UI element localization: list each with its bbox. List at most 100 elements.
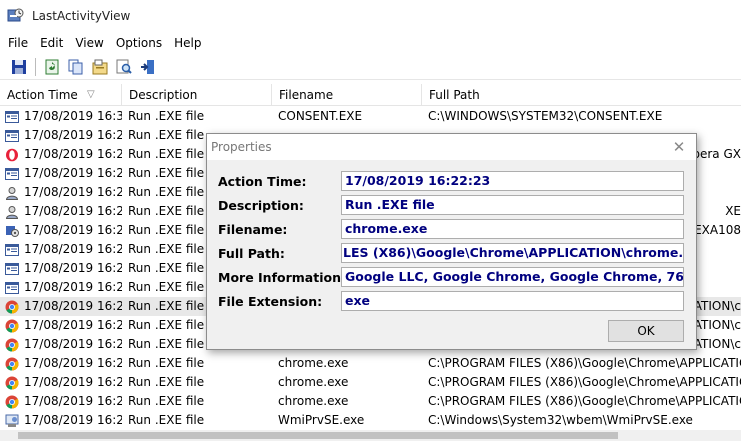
label-full-path: Full Path: [218, 246, 285, 261]
action-time-text: 17/08/2019 16:2... [24, 280, 122, 294]
save-icon[interactable] [8, 56, 30, 78]
cell-action-time: 17/08/2019 16:2... [0, 221, 122, 240]
menu-options[interactable]: Options [110, 33, 168, 53]
wmi-icon [4, 413, 20, 429]
cell-description: Run .EXE file [128, 375, 205, 389]
field-filename[interactable]: chrome.exe [341, 219, 684, 239]
menu-edit[interactable]: Edit [34, 33, 69, 53]
chrome-icon [4, 299, 20, 315]
label-description: Description: [218, 198, 304, 213]
user-icon [4, 185, 20, 201]
cell-action-time: 17/08/2019 16:2... [0, 297, 122, 316]
ok-button[interactable]: OK [608, 320, 684, 342]
opera-icon [4, 147, 20, 163]
column-header-full-path[interactable]: Full Path [422, 84, 741, 106]
dialog-title-bar: Properties ✕ [207, 134, 696, 160]
cell-action-time: 17/08/2019 16:2... [0, 411, 122, 430]
system-icon [4, 223, 20, 239]
action-time-text: 17/08/2019 16:2... [24, 299, 122, 313]
find-icon[interactable] [113, 56, 135, 78]
label-file-extension: File Extension: [218, 294, 323, 309]
cell-action-time: 17/08/2019 16:2... [0, 259, 122, 278]
cell-action-time: 17/08/2019 16:2... [0, 316, 122, 335]
properties-icon[interactable] [89, 56, 111, 78]
chrome-icon [4, 337, 20, 353]
column-header-action-time[interactable]: Action Time ▽ [0, 84, 122, 106]
dialog-title: Properties [211, 140, 272, 154]
cell-action-time: 17/08/2019 16:3... [0, 107, 122, 126]
cell-action-time: 17/08/2019 16:2... [0, 354, 122, 373]
action-time-text: 17/08/2019 16:2... [24, 261, 122, 275]
action-time-text: 17/08/2019 16:2... [24, 413, 122, 427]
table-row[interactable]: 17/08/2019 16:2... Run .EXE file WmiPrvSE.… [0, 411, 741, 430]
cell-description: Run .EXE file [128, 413, 205, 427]
cell-filename: CONSENT.EXE [278, 109, 363, 123]
cell-action-time: 17/08/2019 16:2... [0, 278, 122, 297]
cell-full-path: C:\Windows\System32\wbem\WmiPrvSE.exe [428, 413, 693, 427]
table-row[interactable]: 17/08/2019 16:3... Run .EXE file CONSENT.E… [0, 107, 741, 126]
chrome-icon [4, 394, 20, 410]
cell-action-time: 17/08/2019 16:2... [0, 202, 122, 221]
table-row[interactable]: 17/08/2019 16:2... Run .EXE file chrome.ex… [0, 354, 741, 373]
cell-filename: WmiPrvSE.exe [278, 413, 365, 427]
cell-action-time: 17/08/2019 16:2... [0, 183, 122, 202]
action-time-text: 17/08/2019 16:2... [24, 204, 122, 218]
action-time-text: 17/08/2019 16:2... [24, 375, 122, 389]
cell-action-time: 17/08/2019 16:2... [0, 126, 122, 145]
label-action-time: Action Time: [218, 174, 307, 189]
list-header: Action Time ▽ Description Filename Full … [0, 84, 741, 106]
properties-dialog: Properties ✕ Action Time: 17/08/2019 16:… [206, 133, 697, 350]
cell-full-path: C:\PROGRAM FILES (X86)\Google\Chrome\APP… [428, 375, 741, 389]
field-action-time[interactable]: 17/08/2019 16:22:23 [341, 171, 684, 191]
action-time-text: 17/08/2019 16:2... [24, 166, 122, 180]
menu-view[interactable]: View [69, 33, 109, 53]
sort-arrow-icon: ▽ [87, 89, 95, 100]
action-time-text: 17/08/2019 16:2... [24, 242, 122, 256]
cell-action-time: 17/08/2019 16:2... [0, 335, 122, 354]
cell-full-path: C:\PROGRAM FILES (X86)\Google\Chrome\APP… [428, 356, 741, 370]
chrome-icon [4, 375, 20, 391]
cell-description: Run .EXE file [128, 356, 205, 370]
window-app-icon [4, 109, 20, 125]
column-header-filename[interactable]: Filename [272, 84, 422, 106]
action-time-text: 17/08/2019 16:2... [24, 147, 122, 161]
label-filename: Filename: [218, 222, 288, 237]
action-time-text: 17/08/2019 16:2... [24, 185, 122, 199]
table-row[interactable]: 17/08/2019 16:2... Run .EXE file chrome.ex… [0, 373, 741, 392]
menu-file[interactable]: File [2, 33, 34, 53]
table-row[interactable]: 17/08/2019 16:2... Run .EXE file chrome.ex… [0, 392, 741, 411]
exit-icon[interactable] [137, 56, 159, 78]
lastactivityview-app-icon [7, 7, 25, 25]
cell-action-time: 17/08/2019 16:2... [0, 240, 122, 259]
toolbar-separator [35, 57, 36, 76]
cell-description: Run .EXE file [128, 109, 205, 123]
action-time-text: 17/08/2019 16:2... [24, 128, 122, 142]
cell-full-path: C:\PROGRAM FILES (X86)\Google\Chrome\APP… [428, 394, 741, 408]
copy-icon[interactable] [65, 56, 87, 78]
action-time-text: 17/08/2019 16:3... [24, 109, 122, 123]
cell-filename: chrome.exe [278, 375, 349, 389]
menu-help[interactable]: Help [168, 33, 207, 53]
window-app-icon [4, 261, 20, 277]
field-full-path[interactable]: LES (X86)\Google\Chrome\APPLICATION\chro… [341, 243, 684, 263]
cell-full-path: C:\WINDOWS\SYSTEM32\CONSENT.EXE [428, 109, 663, 123]
close-icon[interactable]: ✕ [670, 138, 688, 156]
field-description[interactable]: Run .EXE file [341, 195, 684, 215]
horizontal-scrollbar[interactable] [0, 430, 741, 441]
field-more-information[interactable]: Google LLC, Google Chrome, Google Chrome… [341, 267, 684, 287]
column-header-description[interactable]: Description [122, 84, 272, 106]
window-app-icon [4, 280, 20, 296]
cell-description: Run .EXE file [128, 394, 205, 408]
action-time-text: 17/08/2019 16:2... [24, 394, 122, 408]
field-file-extension[interactable]: exe [341, 291, 684, 311]
action-time-text: 17/08/2019 16:2... [24, 337, 122, 351]
user-icon [4, 204, 20, 220]
cell-action-time: 17/08/2019 16:2... [0, 164, 122, 183]
column-label: Action Time [7, 88, 78, 102]
toolbar [0, 54, 741, 80]
cell-action-time: 17/08/2019 16:2... [0, 392, 122, 411]
label-more-information: More Information: [218, 270, 346, 285]
refresh-icon[interactable] [41, 56, 63, 78]
scrollbar-thumb[interactable] [18, 432, 618, 439]
window-app-icon [4, 242, 20, 258]
